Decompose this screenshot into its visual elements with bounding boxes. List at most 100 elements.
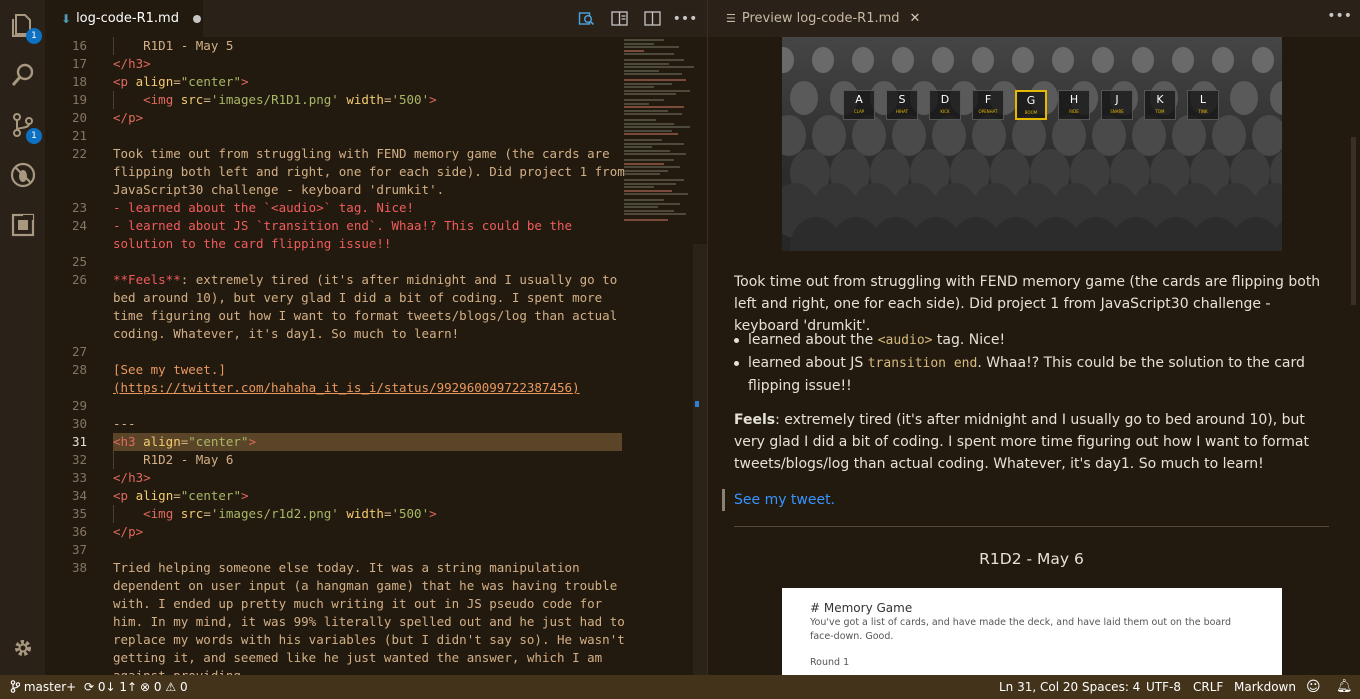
line-number: 26 [71, 272, 87, 287]
code-line[interactable]: time figuring out how I want to format t… [113, 307, 617, 325]
minimap-line [624, 99, 664, 101]
li1-text: learned about the [748, 332, 878, 348]
minimap-line [624, 66, 694, 68]
code-line[interactable]: </p> [113, 109, 143, 127]
code-editor[interactable]: 16 R1D1 - May 5 17 </h3> 18 <p align="center… [45, 37, 625, 675]
minimap[interactable] [620, 37, 695, 675]
code-token: > [143, 470, 151, 485]
unsaved-dot-icon[interactable] [192, 14, 201, 23]
code-line[interactable]: <img src='images/r1d2.png' width='500'> [113, 505, 437, 523]
line-number: 21 [71, 128, 87, 143]
drumkit-image: A CLAP S HIHAT D KICK F OPENHAT G BOOM H RIDE J SNARE… [782, 37, 1282, 251]
extensions-icon[interactable] [8, 210, 38, 240]
minimap-line [624, 159, 674, 161]
search-icon[interactable] [8, 60, 38, 90]
code-token: dependent on user input (a hangman game)… [113, 578, 618, 593]
code-line[interactable]: <p align="center"> [113, 73, 249, 91]
code-line[interactable]: - learned about the `<audio>` tag. Nice! [113, 199, 414, 217]
code-line[interactable]: </h3> [113, 55, 151, 73]
indentation[interactable]: Spaces: 4 [1082, 675, 1140, 699]
code-line[interactable]: bed around 10), but very glad I did a bi… [113, 289, 602, 307]
code-line[interactable]: </h3> [113, 469, 151, 487]
code-line[interactable]: him. In my mind, it was 99% literally sp… [113, 613, 625, 631]
code-line[interactable]: R1D2 - May 6 [113, 451, 233, 469]
encoding[interactable]: UTF-8 [1146, 675, 1181, 699]
preview-scrollbar[interactable] [1347, 37, 1360, 675]
line-number: 23 [71, 200, 87, 215]
crowd-head [790, 81, 818, 115]
settings-gear-icon[interactable] [8, 633, 38, 663]
minimap-line [624, 186, 654, 188]
code-line[interactable]: - learned about JS `transition end`. Wha… [113, 217, 572, 235]
close-tab-icon[interactable]: ✕ [910, 11, 921, 26]
drum-key-letter: F [984, 93, 992, 106]
code-token: "center" [188, 434, 249, 449]
preview-content[interactable]: A CLAP S HIHAT D KICK F OPENHAT G BOOM H RIDE J SNARE… [708, 37, 1348, 675]
code-line[interactable]: (https://twitter.com/hahaha_it_is_i/stat… [113, 379, 580, 397]
minimap-line [624, 182, 676, 185]
code-token: </ [113, 56, 129, 71]
explorer-icon[interactable]: 1 [8, 10, 42, 44]
line-number: 31 [71, 434, 87, 449]
code-token: '500' [391, 92, 430, 107]
code-line[interactable]: <img src='images/R1D1.png' width='500'> [113, 91, 437, 109]
code-line[interactable]: <p align="center"> [113, 487, 249, 505]
scrollbar-track[interactable] [693, 244, 707, 675]
tab-preview[interactable]: ☰ Preview log-code-R1.md ✕ [726, 0, 920, 37]
split-editor-icon[interactable] [642, 9, 662, 29]
preview-more-actions-icon[interactable]: ••• [1327, 8, 1352, 24]
cursor-position[interactable]: Ln 31, Col 20 [999, 675, 1078, 699]
code-line[interactable]: </p> [113, 523, 143, 541]
line-number [45, 649, 87, 667]
code-token: (https://twitter.com/hahaha_it_is_i/stat… [113, 380, 580, 395]
preview-scroll-thumb[interactable] [1351, 137, 1356, 305]
paragraph-intro: Took time out from struggling with FEND … [734, 274, 1321, 334]
notifications-bell-icon[interactable]: 🔔︎ [1336, 675, 1353, 699]
code-line[interactable]: dependent on user input (a hangman game)… [113, 577, 617, 595]
source-control-icon[interactable]: 1 [8, 110, 42, 144]
code-line[interactable]: replace my words with his variables (but… [113, 631, 625, 649]
code-line[interactable]: solution to the card flipping issue!! [113, 235, 391, 253]
code-token: = [173, 74, 181, 89]
minimap-line [624, 59, 684, 61]
line-ending[interactable]: CRLF [1193, 675, 1223, 699]
tweet-link[interactable]: See my tweet. [734, 492, 835, 508]
feedback-smiley-icon[interactable]: ☺ [1306, 675, 1321, 699]
tab-log-code[interactable]: ⬇ log-code-R1.md [45, 0, 203, 37]
code-line[interactable]: --- [113, 415, 136, 433]
branch-indicator[interactable]: master+ [10, 675, 76, 699]
code-line[interactable]: coding. Whatever, it's day1. So much to … [113, 325, 459, 343]
more-actions-icon[interactable]: ••• [673, 9, 698, 29]
line-number: 16 [71, 38, 87, 53]
code-line[interactable]: Took time out from struggling with FEND … [113, 145, 610, 163]
code-line[interactable]: Tried helping someone else today. It was… [113, 559, 580, 577]
line-number: 35 [71, 506, 87, 521]
line-number: 36 [71, 524, 87, 539]
code-line[interactable]: [See my tweet.] [113, 361, 226, 379]
tweet-blockquote: See my tweet. [722, 489, 1322, 511]
code-line[interactable]: R1D1 - May 5 [113, 37, 233, 55]
minimap-line [624, 189, 672, 192]
code-line[interactable]: flipping both left and right, one for ea… [113, 163, 625, 181]
code-line[interactable]: with. I ended up pretty much writing it … [113, 595, 602, 613]
language-mode[interactable]: Markdown [1234, 675, 1296, 699]
drum-key-letter: K [1156, 93, 1164, 106]
problems-indicator[interactable]: ⊗ 0 ⚠ 0 [140, 675, 188, 699]
code-token: replace my words with his variables (but… [113, 632, 625, 647]
open-changes-icon[interactable] [576, 9, 596, 29]
minimap-line [624, 146, 652, 148]
code-token: width [338, 92, 384, 107]
debug-icon[interactable] [8, 160, 38, 190]
editor-actions: ••• [576, 0, 698, 37]
code-line[interactable]: JavaScript30 challenge - keyboard 'drumk… [113, 181, 444, 199]
crowd-head [852, 47, 874, 74]
open-preview-side-icon[interactable] [609, 9, 629, 29]
list-item: learned about JS transition end. Whaa!? … [708, 352, 1308, 397]
code-line[interactable]: <h3 align="center"> [113, 433, 256, 451]
minimap-line [624, 199, 664, 201]
code-line[interactable]: against providing. [113, 667, 248, 675]
editor-scrollbar[interactable] [693, 37, 707, 675]
code-line[interactable]: getting it, and seemed like he just want… [113, 649, 602, 667]
sync-indicator[interactable]: ⟳ 0↓ 1↑ [84, 675, 137, 699]
code-line[interactable]: **Feels**: extremely tired (it's after m… [113, 271, 617, 289]
